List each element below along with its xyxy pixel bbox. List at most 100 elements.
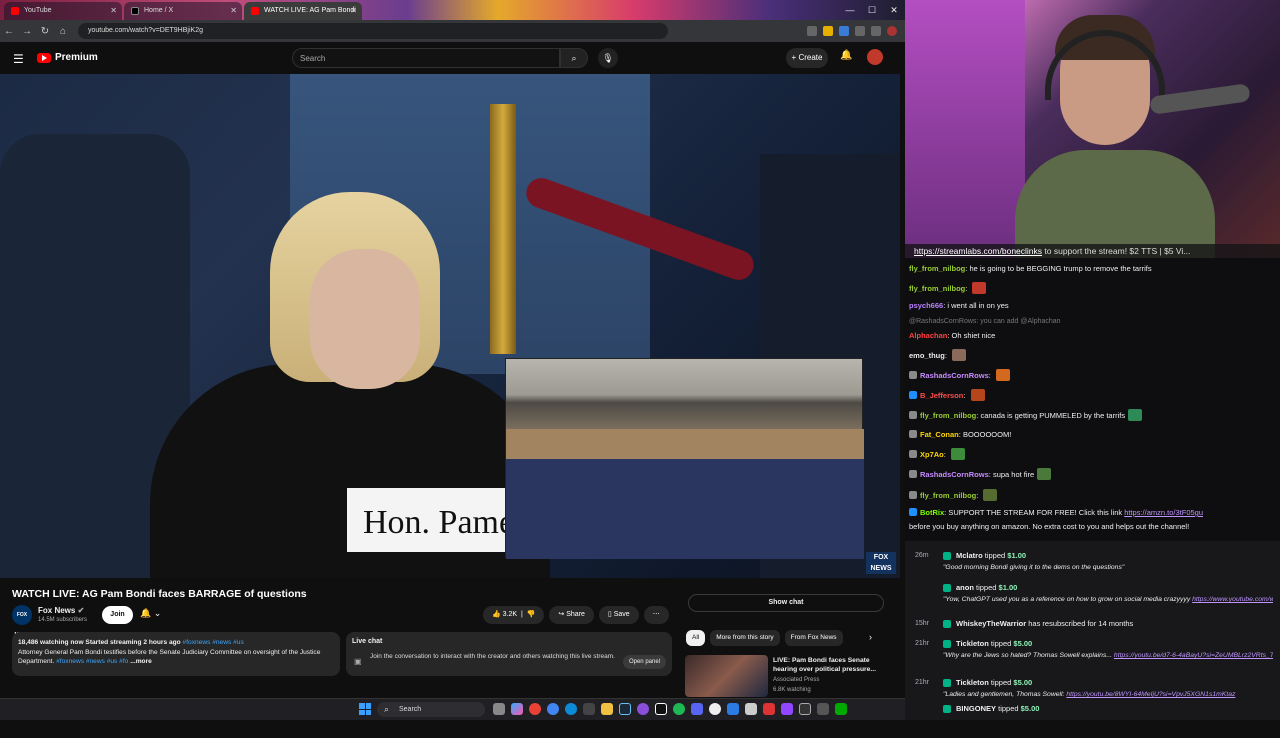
close-icon[interactable]: ✕ <box>350 6 357 15</box>
app-icon[interactable] <box>799 703 811 715</box>
recommended-thumbnail[interactable] <box>685 655 768 697</box>
recommended-video[interactable]: LIVE: Pam Bondi faces Senate hearing ove… <box>685 655 900 697</box>
back-icon[interactable]: ← <box>0 26 18 37</box>
tip-user[interactable]: Tickleton <box>956 639 989 648</box>
steam-icon[interactable] <box>619 703 631 715</box>
chevron-right-icon[interactable]: › <box>869 632 872 642</box>
chrome-icon[interactable] <box>529 703 541 715</box>
join-button[interactable]: Join <box>102 606 133 624</box>
task-view-icon[interactable] <box>493 703 505 715</box>
search-icon[interactable]: ⌕ <box>560 48 588 68</box>
chat-username[interactable]: Xp7Ao <box>920 450 944 459</box>
tip-link[interactable]: https://youtu.be/d7-6-4aBayU?si=ZeUMBLrz… <box>1114 652 1273 659</box>
copilot-icon[interactable] <box>511 703 523 715</box>
tip-user[interactable]: WhiskeyTheWarrior <box>956 619 1026 628</box>
app-icon[interactable] <box>817 703 829 715</box>
close-icon[interactable]: ✕ <box>110 6 117 15</box>
tab-watch-live[interactable]: WATCH LIVE: AG Pam Bondi ✕ <box>244 2 362 20</box>
tip-link[interactable]: https://youtu.be/8WYI-64MeIjU?si=VpvJ5XG… <box>1066 691 1235 698</box>
chip-all[interactable]: All <box>686 630 706 646</box>
taskbar-search[interactable]: Search <box>377 702 485 717</box>
extension-icon[interactable] <box>823 26 833 36</box>
avatar[interactable] <box>867 49 883 65</box>
tiktok-icon[interactable] <box>655 703 667 715</box>
windows-start-icon[interactable] <box>359 703 371 715</box>
open-panel-button[interactable]: Open panel <box>622 655 666 669</box>
channel-avatar[interactable]: FOX NEWS <box>12 605 32 638</box>
notifications-bell-icon[interactable]: 🔔 <box>840 50 852 61</box>
tab-youtube[interactable]: YouTube ✕ <box>4 2 122 20</box>
app-icon[interactable] <box>727 703 739 715</box>
reload-icon[interactable]: ↻ <box>36 26 54 37</box>
close-icon[interactable]: ✕ <box>230 6 237 15</box>
maximize-icon[interactable]: ☐ <box>861 0 883 20</box>
recommended-channel[interactable]: Associated Press <box>773 677 819 683</box>
description-inline-tags[interactable]: #foxnews #news #us #fo <box>56 658 128 665</box>
file-explorer-icon[interactable] <box>601 703 613 715</box>
tip-header: anon tipped $1.00 <box>956 583 1017 592</box>
app-icon[interactable] <box>835 703 847 715</box>
video-player[interactable]: Hon. Pamela FOX NEWS <box>0 74 900 578</box>
terminal-icon[interactable] <box>583 703 595 715</box>
app-icon[interactable] <box>637 703 649 715</box>
tip-user[interactable]: BINGONEY <box>956 704 996 713</box>
chat-username[interactable]: fly_from_nilbog <box>909 284 965 293</box>
url-field[interactable]: youtube.com/watch?v=DET9HBjiK2g <box>78 23 668 39</box>
like-button[interactable]: 👍 3.2K | 👎 <box>483 606 545 624</box>
chat-link[interactable]: https://amzn.to/3tF05gu <box>1124 508 1203 517</box>
chrome-icon[interactable] <box>547 703 559 715</box>
youtube-logo[interactable]: Premium <box>37 52 98 63</box>
share-button[interactable]: ↪ Share <box>549 606 594 624</box>
chat-username[interactable]: RashadsCornRows <box>920 470 989 479</box>
more-actions-button[interactable]: ⋯ <box>643 606 669 624</box>
create-button[interactable]: + Create <box>786 48 828 68</box>
chip-from-fox-news[interactable]: From Fox News <box>784 630 843 646</box>
microphone-icon[interactable]: 🎙 <box>598 48 618 68</box>
pinned-link[interactable]: https://streamlabs.com/boneclinks <box>914 246 1042 256</box>
tip-user[interactable]: Tickleton <box>956 678 989 687</box>
app-icon[interactable] <box>745 703 757 715</box>
tip-user[interactable]: Mclatro <box>956 551 983 560</box>
channel-name[interactable]: Fox News ✔ <box>38 606 84 615</box>
description-tags[interactable]: #foxnews #news #us <box>183 639 244 646</box>
app-icon[interactable] <box>781 703 793 715</box>
chat-username[interactable]: fly_from_nilbog <box>920 411 976 420</box>
chat-username[interactable]: psych666 <box>909 301 943 310</box>
tab-x[interactable]: Home / X ✕ <box>124 2 242 20</box>
chat-username[interactable]: fly_from_nilbog <box>909 264 965 273</box>
tip-link[interactable]: https://www.youtube.com/watch?v=IKydMhgz… <box>1192 596 1273 603</box>
chat-username[interactable]: fly_from_nilbog <box>920 491 976 500</box>
chat-username[interactable]: emo_thug <box>909 351 945 360</box>
description-box[interactable]: 18,486 watching now Started streaming 2 … <box>12 632 340 676</box>
profile-icon[interactable] <box>887 26 897 36</box>
save-button[interactable]: ▯ Save <box>598 606 639 624</box>
tip-header: Tickleton tipped $5.00 <box>956 678 1032 687</box>
show-more-link[interactable]: ...more <box>130 658 152 665</box>
recommended-title[interactable]: LIVE: Pam Bondi faces Senate hearing ove… <box>773 656 888 674</box>
subscription-bell-icon[interactable]: 🔔 ⌄ <box>140 608 161 619</box>
extension-icon[interactable] <box>807 26 817 36</box>
chat-username[interactable]: B_Jefferson <box>920 391 963 400</box>
minimize-icon[interactable]: — <box>839 0 861 20</box>
app-icon[interactable] <box>709 703 721 715</box>
search-input[interactable]: Search <box>292 48 560 68</box>
chat-username[interactable]: BotRix <box>920 508 944 517</box>
app-icon[interactable] <box>691 703 703 715</box>
spotify-icon[interactable] <box>673 703 685 715</box>
tip-user[interactable]: anon <box>956 583 974 592</box>
show-chat-button[interactable]: Show chat <box>688 594 884 612</box>
chat-username[interactable]: Fat_Conan <box>920 430 959 439</box>
app-icon[interactable] <box>763 703 775 715</box>
close-window-icon[interactable]: ✕ <box>883 0 905 20</box>
chip-more-from-story[interactable]: More from this story <box>710 630 780 646</box>
extension-icon[interactable] <box>839 26 849 36</box>
chat-username[interactable]: Alphachan <box>909 331 947 340</box>
thumbs-down-icon[interactable]: 👎 <box>527 611 536 618</box>
edge-icon[interactable] <box>565 703 577 715</box>
home-icon[interactable]: ⌂ <box>54 26 72 37</box>
forward-icon[interactable]: → <box>18 26 36 37</box>
extension-icon[interactable] <box>871 26 881 36</box>
hamburger-menu-icon[interactable]: ☰ <box>13 52 24 66</box>
extension-icon[interactable] <box>855 26 865 36</box>
chat-username[interactable]: RashadsCornRows <box>920 371 989 380</box>
